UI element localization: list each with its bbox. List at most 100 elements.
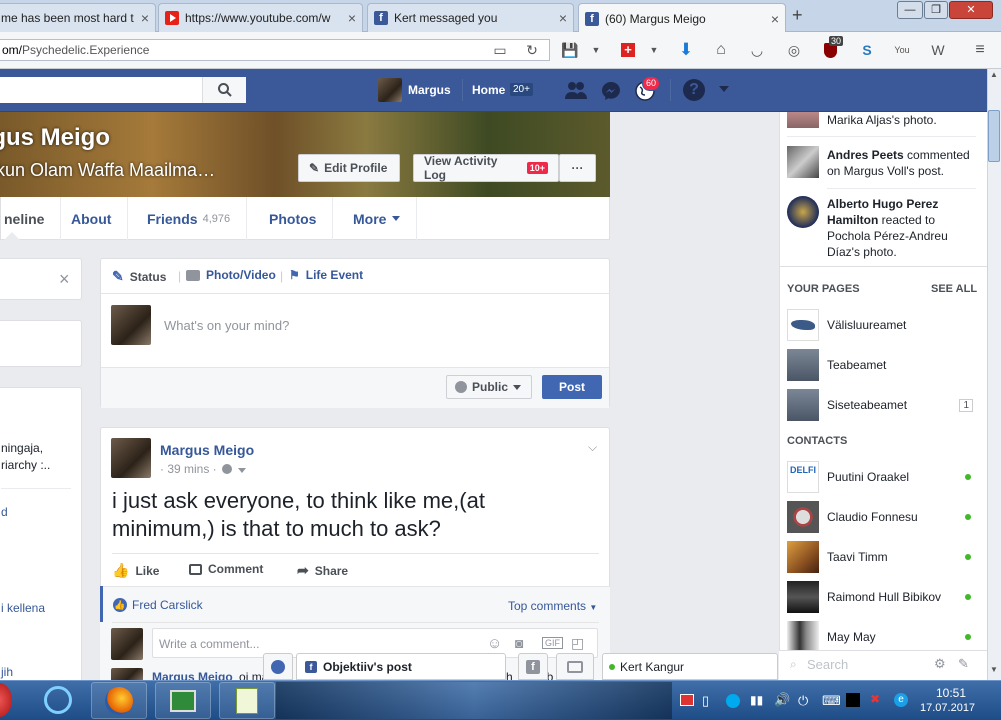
view-activity-log-button[interactable]: View Activity Log 10+ (413, 154, 559, 182)
privacy-selector[interactable]: Public (446, 375, 532, 399)
edit-profile-button[interactable]: ✎ Edit Profile (298, 154, 400, 182)
app-taskbar-icon[interactable] (155, 682, 211, 719)
close-icon[interactable]: × (559, 10, 567, 26)
post-timestamp[interactable]: · 39 mins · (160, 462, 217, 476)
chat-search-input[interactable]: Search (807, 657, 848, 672)
addon-cross-icon[interactable]: + (617, 40, 639, 60)
see-all-link[interactable]: SEE ALL (931, 283, 977, 295)
ticker-avatar[interactable] (787, 196, 819, 228)
sidebar-page-teabeamet[interactable]: Teabeamet (787, 349, 886, 381)
ticker-item[interactable]: Andres Peets commented on Margus Voll's … (827, 147, 979, 179)
close-icon[interactable]: × (141, 10, 149, 26)
comment-button[interactable]: Comment (189, 562, 263, 576)
save-icon[interactable]: 💾 (559, 40, 581, 60)
window-close-button[interactable]: ✕ (949, 1, 993, 19)
youtube-addon-icon[interactable]: You (891, 40, 913, 60)
fb-user-link[interactable]: Margus (408, 83, 451, 97)
w-addon-icon[interactable]: W (927, 40, 949, 60)
notepad-taskbar-icon[interactable] (219, 682, 275, 719)
tab-friends[interactable]: Friends 4,976 (131, 197, 248, 240)
ticker-thumbnail[interactable] (787, 112, 819, 128)
contact-may-may[interactable]: May May (787, 621, 971, 653)
close-icon[interactable]: × (771, 11, 779, 27)
post-author-name[interactable]: Margus Meigo (160, 442, 254, 458)
contact-claudio-fonnesu[interactable]: Claudio Fonnesu (787, 501, 971, 533)
chat-facebook-button[interactable]: f (518, 653, 548, 680)
sticker-icon[interactable]: ◰ (571, 635, 584, 652)
chat-globe-button[interactable] (263, 653, 293, 680)
more-options-button[interactable]: ··· (559, 154, 596, 182)
scroll-down-arrow-icon[interactable]: ▼ (988, 665, 1000, 679)
chevron-down-icon[interactable]: ▼ (643, 40, 665, 60)
tray-power-icon[interactable]: ⏻ (798, 693, 808, 709)
volume-icon[interactable]: 🔊 (774, 692, 790, 708)
post-author-avatar[interactable] (111, 438, 151, 478)
home-icon[interactable]: ⌂ (710, 40, 732, 60)
post-options-chevron-icon[interactable]: ⌵ (588, 440, 597, 455)
pocket-icon[interactable]: ◡ (746, 40, 768, 60)
sidebar-page-siseteabeamet[interactable]: Siseteabeamet 1 (787, 389, 973, 421)
emoji-icon[interactable]: ☺ (487, 635, 502, 652)
tray-keyboard-icon[interactable]: ⌨ (822, 693, 841, 709)
chevron-down-icon[interactable] (238, 468, 246, 473)
url-bar[interactable]: om/Psychedelic.Experience (0, 39, 550, 61)
compose-icon[interactable]: ✎ (958, 656, 969, 672)
tray-flag-icon[interactable] (680, 694, 694, 706)
contact-raimond-hull-bibikov[interactable]: Raimond Hull Bibikov (787, 581, 971, 613)
ticker-avatar[interactable] (787, 146, 819, 178)
chat-tab-objektiiv[interactable]: f Objektiiv's post (296, 653, 506, 680)
menu-icon[interactable]: ≡ (969, 40, 991, 60)
liker-name[interactable]: Fred Carslick (132, 598, 203, 612)
tray-terminal-icon[interactable] (846, 693, 860, 707)
scrollbar-thumb[interactable] (988, 110, 1000, 162)
browser-tab-kert[interactable]: f Kert messaged you × (367, 3, 574, 32)
life-event-tab[interactable]: ⚑ Life Event (289, 268, 363, 282)
firefox-taskbar-icon[interactable] (91, 682, 147, 719)
chat-tab-kert[interactable]: Kert Kangur (602, 653, 778, 680)
scroll-up-arrow-icon[interactable]: ▲ (988, 70, 1000, 84)
user-avatar[interactable] (378, 78, 402, 102)
download-icon[interactable]: ⬇ (675, 40, 697, 60)
reader-view-icon[interactable]: ▭ (489, 40, 511, 60)
close-icon[interactable]: × (348, 10, 356, 26)
browser-tab-youtube[interactable]: https://www.youtube.com/w × (158, 3, 363, 32)
tray-app-icon[interactable]: ✖ (870, 692, 880, 706)
chevron-down-icon[interactable]: ▼ (585, 40, 607, 60)
close-icon[interactable]: × (59, 269, 70, 290)
minimize-button[interactable]: — (897, 1, 923, 19)
like-button[interactable]: 👍 Like (112, 562, 159, 579)
tray-app-icon[interactable] (726, 694, 740, 708)
tab-photos[interactable]: Photos (253, 197, 334, 240)
skype-icon[interactable]: S (856, 40, 878, 60)
gif-icon[interactable]: GIF (542, 637, 563, 649)
browser-tab-margus[interactable]: f (60) Margus Meigo × (578, 3, 786, 33)
friend-requests-icon[interactable] (564, 80, 588, 100)
browser-tab-1[interactable]: me has been most hard t × (0, 3, 156, 32)
contact-taavi-timm[interactable]: Taavi Timm (787, 541, 971, 573)
fb-home-link[interactable]: Home (472, 83, 505, 97)
tab-more[interactable]: More (337, 197, 418, 240)
status-tab[interactable]: ✎ Status (112, 268, 166, 285)
intro-link[interactable]: i kellena (1, 601, 45, 615)
contact-puutini-oraakel[interactable]: DELFI Puutini Oraakel (787, 461, 971, 493)
intro-link[interactable]: jih (1, 665, 13, 679)
share-button[interactable]: ➦ Share (297, 562, 348, 579)
maximize-button[interactable]: ❐ (924, 1, 948, 19)
tray-edge-icon[interactable]: e (894, 693, 908, 707)
photo-video-tab[interactable]: Photo/Video (186, 268, 276, 282)
composer-input[interactable]: What's on your mind? (164, 318, 289, 333)
intro-link[interactable]: d (1, 505, 8, 519)
post-button[interactable]: Post (542, 375, 602, 399)
gear-icon[interactable]: ⚙ (934, 656, 946, 672)
ie-taskbar-icon[interactable] (38, 683, 78, 717)
clock-time[interactable]: 10:51 (936, 686, 966, 700)
camera-icon[interactable]: ◙ (515, 635, 523, 651)
help-icon[interactable]: ? (683, 79, 705, 101)
tray-device-icon[interactable]: ▯ (702, 693, 709, 709)
tab-about[interactable]: About (55, 197, 129, 240)
network-icon[interactable]: ▮▮ (750, 693, 763, 707)
sync-icon[interactable]: ◎ (783, 40, 805, 60)
reload-icon[interactable]: ↻ (521, 40, 543, 60)
chat-messages-button[interactable] (556, 653, 594, 680)
messenger-icon[interactable] (600, 80, 622, 102)
